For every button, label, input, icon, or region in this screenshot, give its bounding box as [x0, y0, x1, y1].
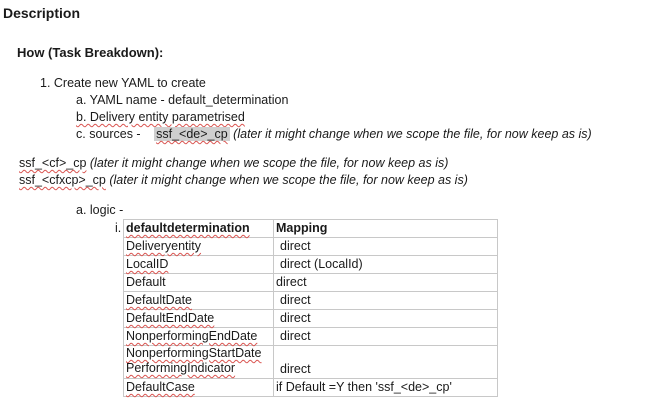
table-row: LocalID direct (LocalId) — [123, 255, 498, 274]
merged-field-names: NonperformingStartDate PerformingIndicat… — [126, 346, 271, 376]
step-1a: a. YAML name - default_determination — [76, 93, 289, 107]
field-cell: DefaultEndDate — [123, 309, 274, 328]
table-row: NonperformingEndDate direct — [123, 327, 498, 346]
source-line-2-note: (later it might change when we scope the… — [109, 173, 468, 187]
step-1c-prefix: c. sources - — [76, 127, 141, 141]
field-cell: DefaultCase — [123, 378, 274, 397]
mapping-cell: direct — [273, 273, 498, 292]
step-1c-code: ssf_<de>_cp — [154, 127, 230, 141]
field-name: PerformingIndicator — [126, 361, 236, 375]
source-line-1-note: (later it might change when we scope the… — [89, 156, 449, 170]
mapping-cell: direct — [273, 327, 498, 346]
step-1b: b. Delivery entity parametrised — [76, 110, 245, 124]
step-1c-note: (later it might change when we scope the… — [233, 127, 592, 141]
logic-label: a. logic - — [76, 203, 124, 217]
header-cell: defaultdetermination — [123, 219, 274, 238]
mapping-cell: if Default =Y then 'ssf_<de>_cp' — [273, 378, 498, 397]
field-cell: Deliveryentity — [123, 237, 274, 256]
source-line-2: ssf_<cfxcp>_cp (later it might change wh… — [19, 173, 468, 187]
header-cell: Mapping — [273, 219, 498, 238]
mapping-cell: direct — [273, 237, 498, 256]
table-header-row: defaultdetermination Mapping — [123, 219, 498, 238]
section-heading: Description — [3, 5, 81, 21]
table-row: Default direct — [123, 273, 498, 292]
table-row: NonperformingStartDate PerformingIndicat… — [123, 345, 498, 379]
task-breakdown-title: How (Task Breakdown): — [17, 45, 164, 60]
step-1: 1. Create new YAML to create — [40, 76, 206, 90]
mapping-cell: direct — [273, 309, 498, 328]
table-row: DefaultDate direct — [123, 291, 498, 310]
field-cell: NonperformingEndDate — [123, 327, 274, 346]
roman-marker: i. — [115, 221, 122, 235]
field-cell: DefaultDate — [123, 291, 274, 310]
table-row: Deliveryentity direct — [123, 237, 498, 256]
mapping-table: defaultdetermination Mapping Deliveryent… — [123, 219, 498, 397]
step-1c: c. sources - ssf_<de>_cp (later it might… — [76, 127, 592, 141]
source-line-1-code: ssf_<cf>_cp — [19, 156, 87, 170]
table-row: DefaultCase if Default =Y then 'ssf_<de>… — [123, 378, 498, 397]
table-row: DefaultEndDate direct — [123, 309, 498, 328]
source-line-2-code: ssf_<cfxcp>_cp — [19, 173, 106, 187]
field-cell: LocalID — [123, 255, 274, 274]
source-line-1: ssf_<cf>_cp (later it might change when … — [19, 156, 448, 170]
mapping-cell: direct (LocalId) — [273, 255, 498, 274]
field-cell: Default — [123, 273, 274, 292]
field-cell-merged: NonperformingStartDate PerformingIndicat… — [123, 345, 274, 379]
field-name: NonperformingStartDate — [126, 346, 262, 360]
mapping-cell: direct — [273, 345, 498, 379]
step-1b-text: b. Delivery entity parametrised — [76, 110, 245, 124]
mapping-cell: direct — [273, 291, 498, 310]
